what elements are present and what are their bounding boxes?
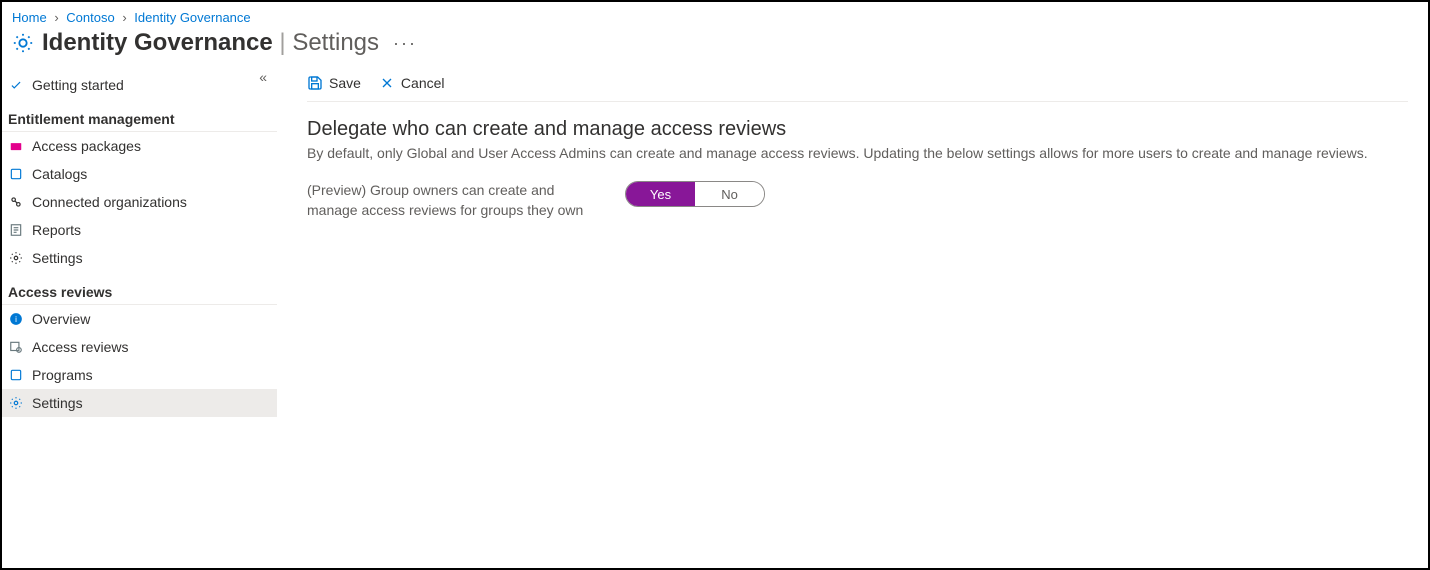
- info-icon: i: [8, 311, 24, 327]
- sidebar-item-label: Programs: [32, 367, 93, 383]
- sidebar-item-access-reviews[interactable]: Access reviews: [2, 333, 277, 361]
- breadcrumb-link-home[interactable]: Home: [12, 10, 47, 25]
- sidebar-item-label: Settings: [32, 395, 83, 411]
- identity-governance-icon: [12, 32, 34, 54]
- sidebar-item-label: Access packages: [32, 138, 141, 154]
- sidebar-item-overview[interactable]: i Overview: [2, 305, 277, 333]
- group-owners-toggle[interactable]: Yes No: [625, 181, 765, 207]
- save-button[interactable]: Save: [307, 75, 361, 91]
- close-icon: [379, 75, 395, 91]
- page-title-main: Identity Governance: [42, 29, 273, 56]
- page-title: Identity Governance | Settings: [42, 29, 379, 57]
- chevron-right-icon: ›: [122, 10, 126, 25]
- gear-icon: [8, 250, 24, 266]
- access-reviews-icon: [8, 339, 24, 355]
- sidebar-item-label: Access reviews: [32, 339, 128, 355]
- more-button[interactable]: ···: [393, 33, 417, 54]
- gear-icon: [8, 395, 24, 411]
- collapse-sidebar-button[interactable]: «: [259, 69, 267, 85]
- sidebar-item-label: Connected organizations: [32, 194, 187, 210]
- breadcrumb: Home › Contoso › Identity Governance: [2, 2, 1428, 29]
- sidebar-item-connected-organizations[interactable]: Connected organizations: [2, 188, 277, 216]
- sidebar-item-label: Reports: [32, 222, 81, 238]
- sidebar-item-entitlement-settings[interactable]: Settings: [2, 244, 277, 272]
- section-description: By default, only Global and User Access …: [307, 145, 1408, 161]
- toggle-option-yes[interactable]: Yes: [626, 182, 695, 206]
- toolbar: Save Cancel: [307, 65, 1408, 102]
- sidebar-item-getting-started[interactable]: Getting started: [2, 71, 277, 99]
- sidebar-section-entitlement: Entitlement management: [2, 105, 277, 132]
- sidebar-item-access-packages[interactable]: Access packages: [2, 132, 277, 160]
- sidebar-item-label: Overview: [32, 311, 90, 327]
- reports-icon: [8, 222, 24, 238]
- sidebar-item-label: Catalogs: [32, 166, 87, 182]
- sidebar: « Getting started Entitlement management…: [2, 65, 277, 559]
- save-icon: [307, 75, 323, 91]
- catalogs-icon: [8, 166, 24, 182]
- title-divider: |: [279, 29, 292, 56]
- sidebar-item-settings[interactable]: Settings: [2, 389, 277, 417]
- sidebar-item-programs[interactable]: Programs: [2, 361, 277, 389]
- access-packages-icon: [8, 138, 24, 154]
- sidebar-item-catalogs[interactable]: Catalogs: [2, 160, 277, 188]
- breadcrumb-link-identity-governance[interactable]: Identity Governance: [134, 10, 250, 25]
- cancel-button-label: Cancel: [401, 75, 445, 91]
- cancel-button[interactable]: Cancel: [379, 75, 445, 91]
- page-title-subtitle: Settings: [292, 29, 379, 56]
- toggle-option-no[interactable]: No: [695, 182, 764, 206]
- page-header: Identity Governance | Settings ···: [2, 29, 1428, 65]
- setting-row-group-owners: (Preview) Group owners can create and ma…: [307, 181, 1408, 220]
- sidebar-section-access-reviews: Access reviews: [2, 278, 277, 305]
- main-content: Save Cancel Delegate who can create and …: [277, 65, 1428, 559]
- svg-text:i: i: [15, 315, 17, 324]
- programs-icon: [8, 367, 24, 383]
- getting-started-icon: [8, 77, 24, 93]
- setting-label: (Preview) Group owners can create and ma…: [307, 181, 607, 220]
- breadcrumb-link-contoso[interactable]: Contoso: [66, 10, 114, 25]
- chevron-right-icon: ›: [54, 10, 58, 25]
- sidebar-item-label: Getting started: [32, 77, 124, 93]
- sidebar-item-label: Settings: [32, 250, 83, 266]
- sidebar-item-reports[interactable]: Reports: [2, 216, 277, 244]
- connected-orgs-icon: [8, 194, 24, 210]
- save-button-label: Save: [329, 75, 361, 91]
- section-heading: Delegate who can create and manage acces…: [307, 118, 1408, 141]
